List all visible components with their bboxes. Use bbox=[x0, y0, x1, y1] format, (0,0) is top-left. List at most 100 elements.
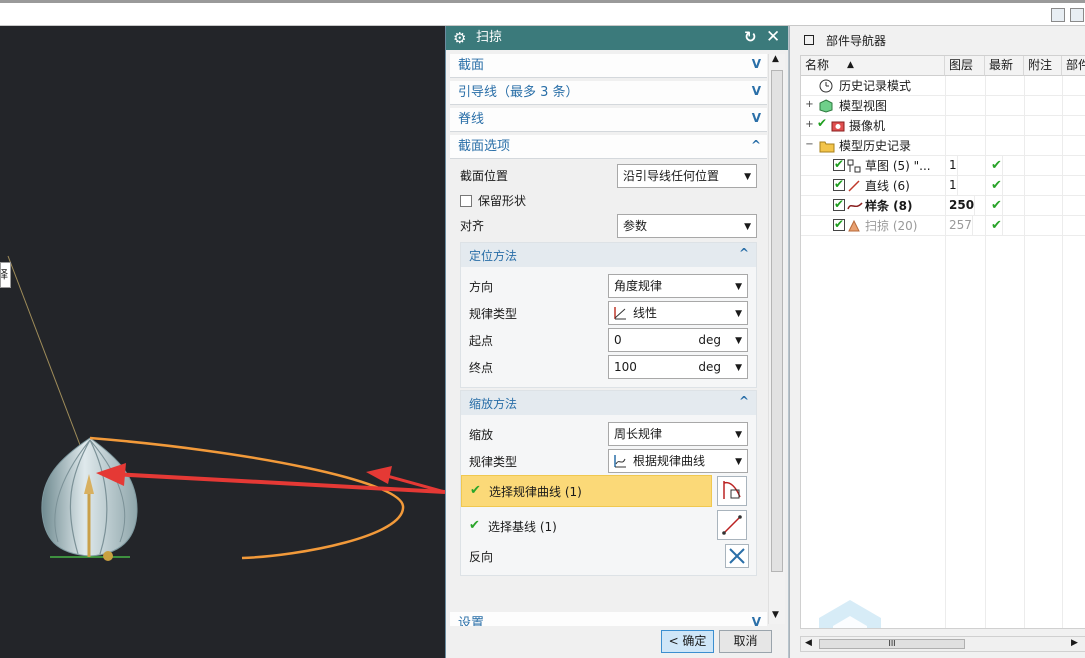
end-value: 100 bbox=[614, 360, 637, 374]
visibility-checkbox[interactable] bbox=[833, 177, 845, 191]
align-value: 参数 bbox=[623, 219, 648, 233]
row-latest: ✔ bbox=[991, 176, 1003, 196]
tree-row[interactable]: 草图 (5) "... 1 ✔ bbox=[801, 156, 1085, 176]
column-name-label: 名称 bbox=[805, 58, 830, 72]
scroll-down-icon[interactable]: ▼ bbox=[772, 610, 779, 620]
chevron-up-icon: ^ bbox=[738, 394, 749, 408]
row-latest: ✔ bbox=[991, 196, 1003, 216]
scroll-left-icon[interactable]: ◀ bbox=[805, 638, 812, 648]
sweep-icon bbox=[848, 219, 860, 232]
tree-row[interactable]: − 模型历史记录 bbox=[801, 136, 1085, 156]
section-header-section[interactable]: 截面 V bbox=[450, 54, 767, 78]
section-header-section-options[interactable]: 截面选项 ^ bbox=[450, 135, 767, 159]
line-icon bbox=[848, 180, 860, 192]
origin-point bbox=[103, 551, 113, 561]
row-label: 直线 (6) bbox=[865, 179, 910, 193]
tree-row[interactable]: 历史记录模式 bbox=[801, 76, 1085, 96]
position-select[interactable]: 沿引导线任何位置 ▼ bbox=[617, 164, 757, 188]
scroll-right-icon[interactable]: ▶ bbox=[1071, 638, 1078, 648]
expand-icon[interactable]: + bbox=[805, 100, 814, 110]
visibility-checkbox[interactable] bbox=[833, 217, 845, 231]
section-header-settings[interactable]: 设置 V bbox=[450, 612, 767, 626]
gear-icon: ⚙ bbox=[453, 29, 467, 47]
model-views-icon bbox=[819, 99, 833, 113]
law-type-select[interactable]: 线性 ▼ bbox=[608, 301, 748, 325]
scale-value: 周长规律 bbox=[614, 427, 663, 441]
column-header-name[interactable]: 名称 ▲ bbox=[801, 56, 945, 76]
section-header-guides[interactable]: 引导线（最多 3 条） V bbox=[450, 81, 767, 105]
direction-select[interactable]: 角度规律 ▼ bbox=[608, 274, 748, 298]
dropdown-arrow-icon: ▼ bbox=[735, 309, 742, 319]
sketch-icon bbox=[847, 159, 861, 173]
ok-button[interactable]: < 确定 > bbox=[661, 630, 714, 658]
dialog-scrollbar[interactable]: ▲ ▼ bbox=[768, 54, 785, 624]
chevron-down-icon: V bbox=[751, 84, 761, 98]
orientation-title: 定位方法 bbox=[469, 249, 518, 263]
reset-icon[interactable]: ↻ bbox=[744, 28, 757, 46]
end-input[interactable]: 100 deg ▼ bbox=[608, 355, 748, 379]
window-icon[interactable] bbox=[1070, 8, 1084, 22]
scroll-up-icon[interactable]: ▲ bbox=[772, 54, 779, 64]
scale-select[interactable]: 周长规律 ▼ bbox=[608, 422, 748, 446]
navigator-hscrollbar[interactable]: ◀ III ▶ bbox=[800, 636, 1085, 652]
cancel-button[interactable]: 取消 bbox=[719, 630, 772, 653]
clock-icon bbox=[819, 79, 833, 93]
navigator-title: 部件导航器 bbox=[826, 34, 887, 48]
scale-law-type-select[interactable]: 根据规律曲线 ▼ bbox=[608, 449, 748, 473]
dropdown-arrow-icon[interactable]: ▼ bbox=[735, 330, 742, 352]
align-select[interactable]: 参数 ▼ bbox=[617, 214, 757, 238]
column-header-notes[interactable]: 附注 bbox=[1024, 56, 1062, 76]
tree-row[interactable]: 扫掠 (20) 257 ✔ bbox=[801, 216, 1085, 236]
dropdown-arrow-icon[interactable]: ▼ bbox=[735, 357, 742, 379]
law-curve-picker-button[interactable] bbox=[717, 476, 747, 506]
section-label: 截面 bbox=[458, 58, 485, 73]
navigator-tree-table[interactable]: 名称 ▲ 图层 最新 附注 部件 历史记录模式 + 模型视图 + ✔ bbox=[800, 55, 1085, 629]
hscroll-thumb[interactable]: III bbox=[819, 639, 965, 649]
tree-row[interactable]: + ✔ 摄像机 bbox=[801, 116, 1085, 136]
dropdown-arrow-icon: ▼ bbox=[735, 430, 742, 440]
section-header-spine[interactable]: 脊线 V bbox=[450, 108, 767, 132]
viewport-tag: 择 bbox=[0, 262, 11, 288]
row-label: 扫掠 (20) bbox=[865, 219, 918, 233]
row-layer: 250 bbox=[949, 196, 976, 216]
tree-row[interactable]: 样条 (8) 250 ✔ bbox=[801, 196, 1085, 216]
row-label: 样条 (8) bbox=[865, 199, 913, 213]
close-icon[interactable]: ✕ bbox=[766, 27, 780, 47]
column-header-latest[interactable]: 最新 bbox=[985, 56, 1024, 76]
reverse-direction-button[interactable] bbox=[725, 544, 749, 568]
dropdown-arrow-icon: ▼ bbox=[735, 457, 742, 467]
check-icon: ✔ bbox=[817, 116, 828, 130]
keep-shape-label: 保留形状 bbox=[478, 194, 527, 208]
sweep-dialog: ⚙ 扫掠 ↻ ✕ 截面 V 引导线（最多 3 条） V 脊线 V 截面选项 ^ … bbox=[445, 26, 789, 658]
law-curve-icon bbox=[614, 455, 626, 468]
start-label: 起点 bbox=[469, 334, 494, 348]
section-options-label: 截面选项 bbox=[458, 139, 511, 154]
row-label: 草图 (5) "... bbox=[865, 159, 931, 173]
grid-divider bbox=[1062, 76, 1063, 628]
visibility-checkbox[interactable] bbox=[833, 157, 845, 171]
row-latest: ✔ bbox=[991, 156, 1003, 176]
grid-divider bbox=[945, 76, 946, 628]
row-label: 历史记录模式 bbox=[839, 79, 912, 93]
visibility-checkbox[interactable] bbox=[833, 197, 845, 211]
navigator-pin-icon[interactable] bbox=[804, 35, 814, 45]
expand-icon[interactable]: + bbox=[805, 120, 814, 130]
keep-shape-checkbox[interactable] bbox=[460, 195, 472, 207]
start-input[interactable]: 0 deg ▼ bbox=[608, 328, 748, 352]
collapse-icon[interactable]: − bbox=[805, 140, 814, 150]
orientation-header[interactable]: 定位方法 ^ bbox=[461, 243, 756, 267]
select-base-line-label[interactable]: 选择基线 (1) bbox=[488, 519, 557, 535]
render-style-icon[interactable] bbox=[1051, 8, 1065, 22]
row-layer: 1 bbox=[949, 156, 958, 176]
law-curve bbox=[89, 436, 405, 560]
scaling-header[interactable]: 缩放方法 ^ bbox=[461, 391, 756, 415]
tree-row[interactable]: 直线 (6) 1 ✔ bbox=[801, 176, 1085, 196]
column-header-part[interactable]: 部件 bbox=[1062, 56, 1085, 76]
base-line-picker-button[interactable] bbox=[717, 510, 747, 540]
tree-row[interactable]: + 模型视图 bbox=[801, 96, 1085, 116]
select-law-curve-row[interactable]: ✔ 选择规律曲线 (1) bbox=[461, 475, 712, 507]
column-header-layer[interactable]: 图层 bbox=[945, 56, 985, 76]
graphics-viewport[interactable]: 择 bbox=[0, 26, 445, 658]
align-label: 对齐 bbox=[460, 219, 485, 233]
scroll-thumb[interactable] bbox=[771, 70, 783, 572]
